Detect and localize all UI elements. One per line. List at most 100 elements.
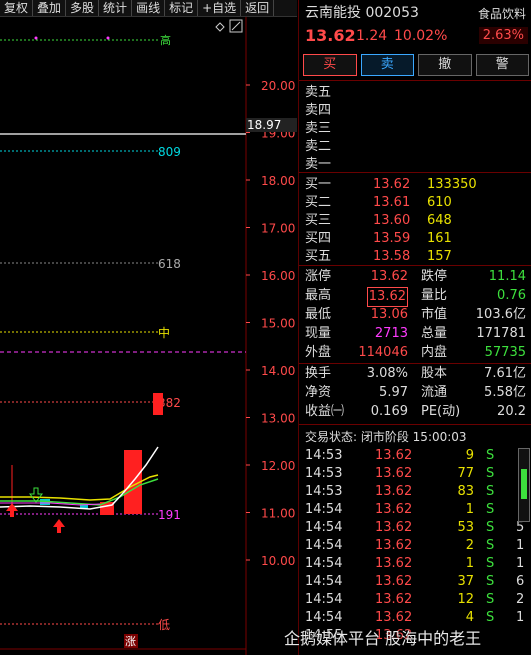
trading-status: 交易状态: 闭市阶段 15:00:03 xyxy=(305,430,467,444)
tick-side: S xyxy=(486,484,495,499)
bid-level-label: 买二 xyxy=(305,195,332,210)
tick-price: 13.62 xyxy=(375,502,413,517)
stat-label: 最低 xyxy=(305,307,332,322)
bid-level-label: 买五 xyxy=(305,249,332,264)
watermark: 企鹅媒体平台 股海中的老王 xyxy=(284,629,482,648)
tick-time: 14:54 xyxy=(305,574,343,589)
stat-value: 2713 xyxy=(374,326,408,341)
price-tick-label: 18.00 xyxy=(261,174,295,188)
stat-value: 57735 xyxy=(484,345,526,360)
bid-level-price: 13.59 xyxy=(373,231,411,246)
stat-value: 114046 xyxy=(358,345,408,360)
bid-level-volume: 157 xyxy=(427,249,452,264)
ask-level-label: 卖四 xyxy=(305,103,332,118)
tick-price: 13.62 xyxy=(375,484,413,499)
toolbar-button-7[interactable]: 返回 xyxy=(241,0,275,16)
stat-label: 涨停 xyxy=(305,269,332,284)
kline-chart-svg: 20.0019.0018.0017.0016.0015.0014.0013.00… xyxy=(0,17,297,655)
tick-time: 14:54 xyxy=(305,538,343,553)
stat-value: 13.62 xyxy=(370,269,408,284)
bid-level-volume: 161 xyxy=(427,231,452,246)
tick-side: S xyxy=(486,556,495,571)
toolbar-button-3[interactable]: 统计 xyxy=(99,0,133,16)
price-tick-label: 16.00 xyxy=(261,269,295,283)
stat-value: 13.06 xyxy=(370,307,408,322)
price-change: 1.24 xyxy=(356,28,388,44)
current-price-label: 18.97 xyxy=(247,118,281,132)
toolbar-button-5[interactable]: 标记 xyxy=(165,0,199,16)
toolbar-button-1[interactable]: 叠加 xyxy=(33,0,67,16)
stat-label: 外盘 xyxy=(305,345,332,360)
toolbar-button-6[interactable]: +自选 xyxy=(198,0,242,16)
tick-volume: 12 xyxy=(457,592,474,607)
window-icon-slash xyxy=(231,21,241,31)
stat-value: 0.76 xyxy=(497,288,526,303)
stat-value: 11.14 xyxy=(488,269,526,284)
tick-price: 13.62 xyxy=(375,520,413,535)
toolbar-button-2[interactable]: 多股 xyxy=(66,0,100,16)
tick-side: S xyxy=(486,574,495,589)
cancel-order-button[interactable]: 撤 xyxy=(418,54,472,76)
price-tick-label: 12.00 xyxy=(261,459,295,473)
tick-side: S xyxy=(486,502,495,517)
stock-name: 云南能投 002053 xyxy=(305,5,419,21)
tick-price: 13.62 xyxy=(375,592,413,607)
fundamental-label: 收益㈠ xyxy=(305,404,345,419)
stat-value: 13.62 xyxy=(366,287,408,307)
last-price: 13.62 xyxy=(305,26,356,45)
tick-time: 14:54 xyxy=(305,520,343,535)
fundamental-label: 流通 xyxy=(421,385,448,400)
price-tick-label: 17.00 xyxy=(261,222,295,236)
tick-volume: 1 xyxy=(465,502,474,517)
tick-time: 14:53 xyxy=(305,466,343,481)
tick-scrollbar[interactable] xyxy=(518,448,530,522)
toolbar-button-4[interactable]: 画线 xyxy=(132,0,166,16)
tick-count: 1 xyxy=(516,538,525,553)
fundamental-label: 净资 xyxy=(305,385,332,400)
ask-level: 卖二 xyxy=(305,138,331,156)
bid-level-price: 13.60 xyxy=(373,213,411,228)
fundamental-label: 换手 xyxy=(305,366,332,381)
sector-name[interactable]: 食品饮料 xyxy=(478,5,526,22)
tick-side: S xyxy=(486,466,495,481)
alert-button[interactable]: 警 xyxy=(475,54,529,76)
tick-time: 14:53 xyxy=(305,484,343,499)
toolbar-button-0[interactable]: 复权 xyxy=(0,0,34,16)
bid-level-label: 买一 xyxy=(305,177,332,192)
stat-label: 最高 xyxy=(305,288,332,303)
tick-time: 14:54 xyxy=(305,556,343,571)
tick-price: 13.62 xyxy=(375,556,413,571)
divider xyxy=(299,172,531,173)
tick-side: S xyxy=(486,448,495,463)
tick-count: 2 xyxy=(516,592,525,607)
buy-button[interactable]: 买 xyxy=(303,54,357,76)
ask-level-label: 卖五 xyxy=(305,85,332,100)
sell-button[interactable]: 卖 xyxy=(360,54,414,76)
tick-volume: 77 xyxy=(457,466,474,481)
price-tick-label: 10.00 xyxy=(261,554,295,568)
tick-count: 6 xyxy=(516,574,525,589)
tick-time: 14:54 xyxy=(305,592,343,607)
buy-arrow-icon xyxy=(53,519,65,533)
top-dot xyxy=(34,36,38,40)
stat-label: 量比 xyxy=(421,288,448,303)
ask-level: 卖三 xyxy=(305,120,331,138)
bid-level-price: 13.61 xyxy=(373,195,411,210)
fib-level-label: 809 xyxy=(158,145,181,159)
scrollbar-thumb[interactable] xyxy=(521,469,527,499)
bid-level-volume: 133350 xyxy=(427,177,477,192)
ask-level: 卖五 xyxy=(305,84,331,102)
tick-volume: 37 xyxy=(457,574,474,589)
kline-chart[interactable]: 20.00 19.00 18.00 17.00 16.00 15.00 14.00 13.00… xyxy=(0,17,297,655)
ask-level-label: 卖三 xyxy=(305,121,332,136)
tick-time: 14:53 xyxy=(305,448,343,463)
tick-volume: 53 xyxy=(457,520,474,535)
tick-count: 1 xyxy=(516,610,525,625)
divider xyxy=(299,265,531,266)
tick-count: 1 xyxy=(516,556,525,571)
limit-up-badge-label: 涨 xyxy=(125,635,136,648)
bid-level-label: 买三 xyxy=(305,213,332,228)
price-change-percent: 10.02% xyxy=(394,28,448,44)
stat-label: 总量 xyxy=(421,326,448,341)
bid-level-price: 13.62 xyxy=(373,177,411,192)
